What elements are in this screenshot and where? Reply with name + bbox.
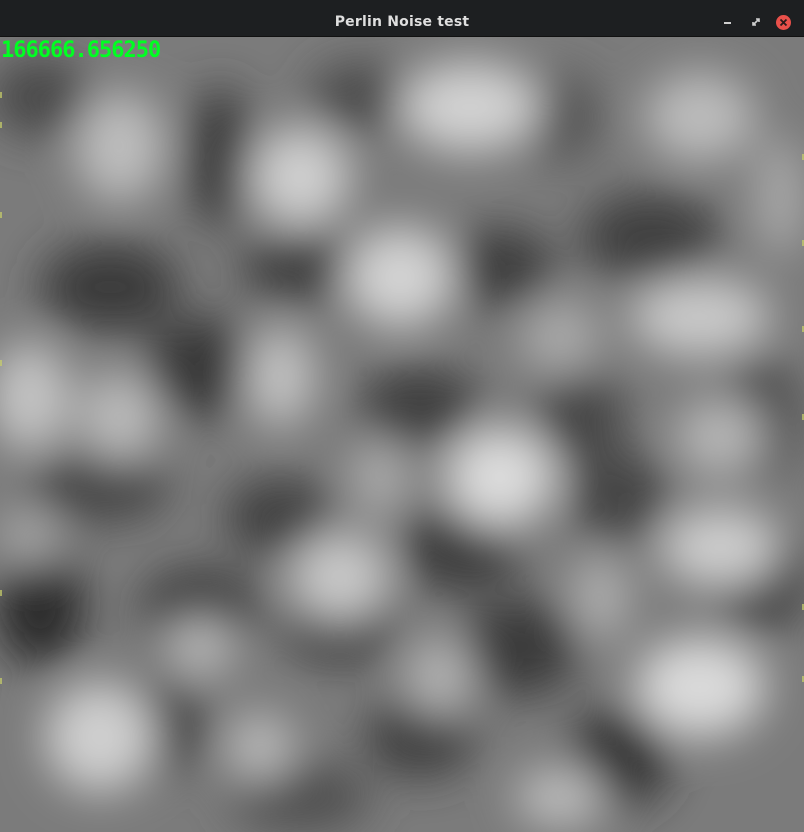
- counter-readout: 166666.656250: [1, 38, 161, 63]
- minimize-button[interactable]: [720, 14, 736, 30]
- edge-marker: [0, 92, 2, 98]
- perlin-noise-image: [0, 37, 804, 832]
- close-icon: [775, 14, 791, 30]
- edge-marker: [0, 590, 2, 596]
- maximize-button[interactable]: [748, 14, 764, 30]
- noise-canvas[interactable]: [0, 37, 804, 832]
- edge-marker: [0, 360, 2, 366]
- edge-marker: [0, 122, 2, 128]
- window-title: Perlin Noise test: [334, 14, 470, 30]
- edge-marker: [0, 678, 2, 684]
- app-window: Perlin Noise test 166666.656250: [0, 0, 804, 832]
- minimize-icon: [724, 22, 731, 24]
- maximize-icon: [752, 18, 760, 26]
- edge-marker: [0, 212, 2, 218]
- title-bar[interactable]: Perlin Noise test: [0, 0, 804, 37]
- close-button[interactable]: [775, 14, 791, 30]
